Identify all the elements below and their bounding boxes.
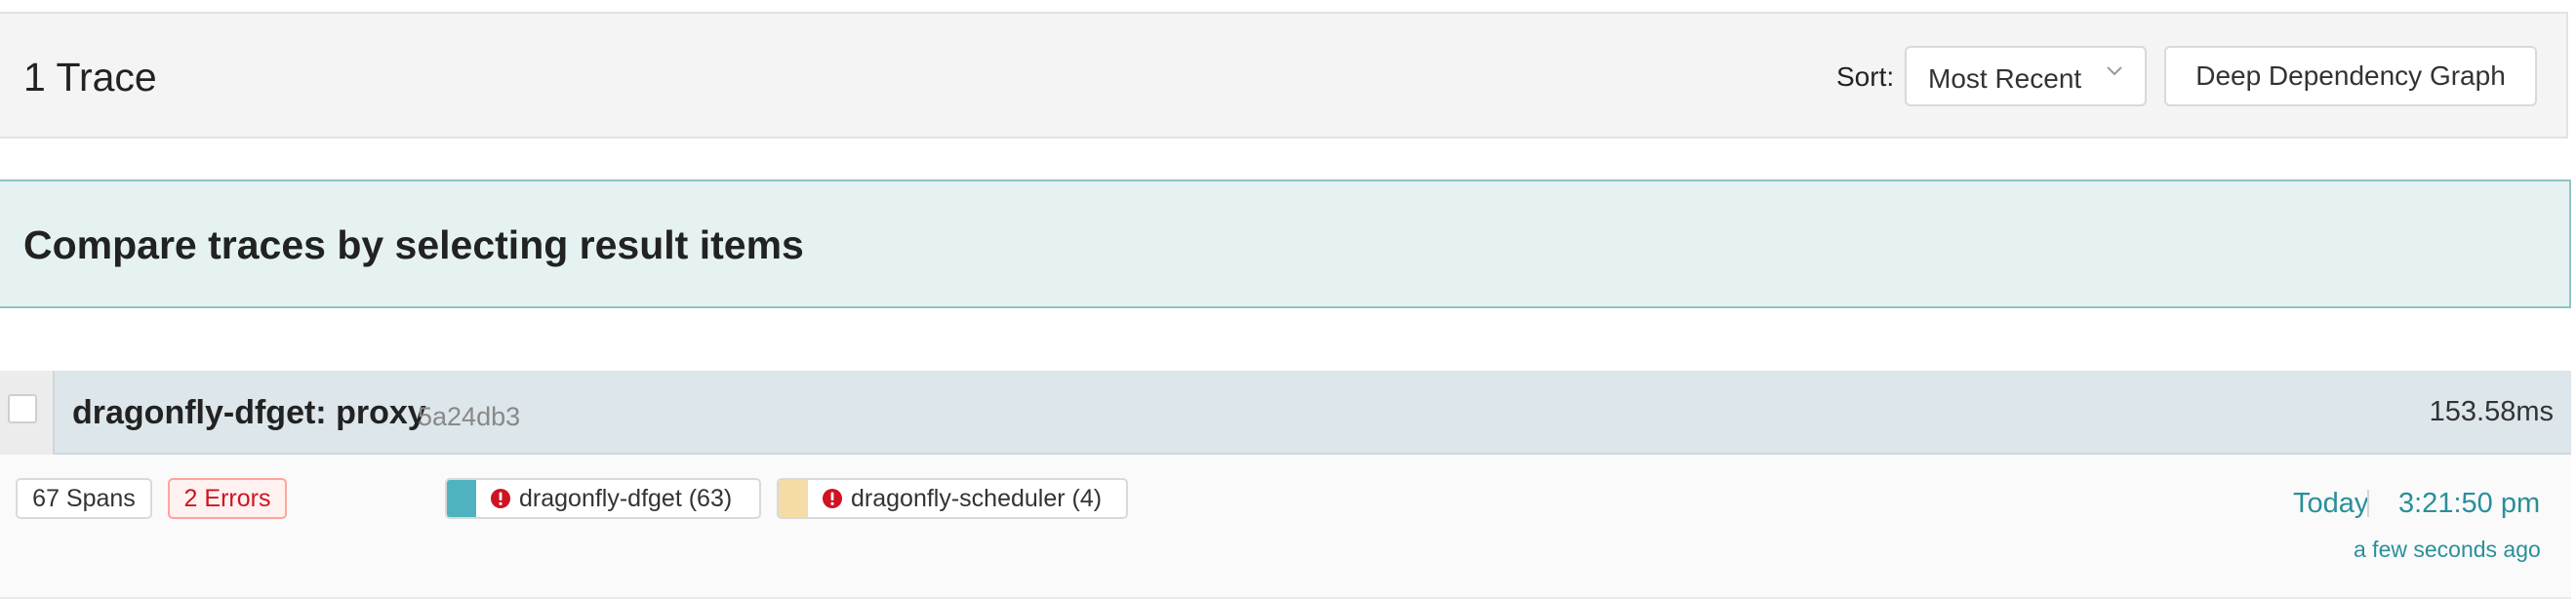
trace-relative-time: a few seconds ago [2354,537,2541,562]
error-icon [823,489,842,508]
deep-dependency-graph-button[interactable]: Deep Dependency Graph [2164,46,2537,106]
compare-banner-text: Compare traces by selecting result items [23,222,804,267]
span-count-tag: 67 Spans [16,478,152,519]
trace-name[interactable]: dragonfly-dfget: proxy [72,394,426,432]
trace-select-column [0,371,55,455]
service-label: dragonfly-scheduler (4) [851,484,1103,512]
service-color-swatch [779,480,808,517]
search-results-header: 1 Trace Sort: Most Recent Deep Dependenc… [0,12,2568,139]
trace-start-date: Today [2293,488,2369,519]
chevron-down-icon [2107,66,2122,76]
trace-result-header[interactable]: dragonfly-dfget: proxy 5a24db3 153.58ms [0,371,2571,455]
service-color-swatch [447,480,476,517]
service-tag-dragonfly-dfget: dragonfly-dfget (63) [445,478,761,519]
error-count-tag: 2 Errors [168,478,287,519]
trace-duration: 153.58ms [2429,396,2554,427]
compare-banner: Compare traces by selecting result items [0,180,2571,308]
trace-start-time: 3:21:50 pm [2398,488,2541,519]
sort-selected-value: Most Recent [1928,63,2082,94]
trace-select-checkbox[interactable] [8,394,37,423]
service-tag-dragonfly-scheduler: dragonfly-scheduler (4) [777,478,1128,519]
trace-id: 5a24db3 [418,402,521,431]
error-icon [491,489,510,508]
sort-label: Sort: [1836,61,1895,92]
results-count-title: 1 Trace [23,55,157,100]
date-time-divider [2367,490,2369,517]
trace-result-item[interactable]: dragonfly-dfget: proxy 5a24db3 153.58ms … [0,371,2571,599]
service-label: dragonfly-dfget (63) [519,484,733,512]
sort-select[interactable]: Most Recent [1905,46,2147,106]
